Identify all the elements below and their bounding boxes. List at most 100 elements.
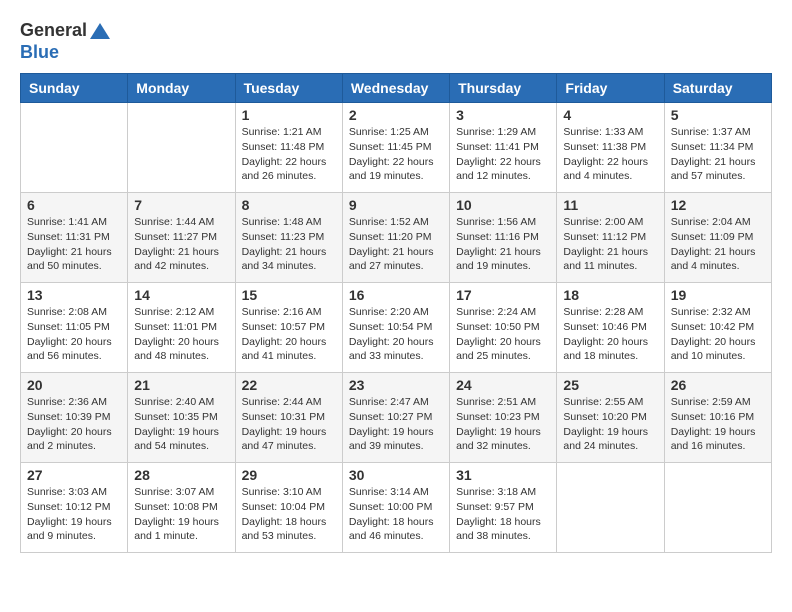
logo: General Blue bbox=[20, 20, 111, 63]
calendar-cell bbox=[664, 463, 771, 553]
day-number: 15 bbox=[242, 287, 336, 303]
day-info: Sunrise: 2:04 AM Sunset: 11:09 PM Daylig… bbox=[671, 215, 765, 274]
day-info: Sunrise: 3:14 AM Sunset: 10:00 PM Daylig… bbox=[349, 485, 443, 544]
day-info: Sunrise: 1:41 AM Sunset: 11:31 PM Daylig… bbox=[27, 215, 121, 274]
weekday-header-monday: Monday bbox=[128, 74, 235, 103]
calendar-cell: 20 Sunrise: 2:36 AM Sunset: 10:39 PM Dayl… bbox=[21, 373, 128, 463]
day-number: 19 bbox=[671, 287, 765, 303]
day-info: Sunrise: 1:25 AM Sunset: 11:45 PM Daylig… bbox=[349, 125, 443, 184]
calendar-cell: 31 Sunrise: 3:18 AM Sunset: 9:57 PM Dayli… bbox=[450, 463, 557, 553]
day-info: Sunrise: 2:28 AM Sunset: 10:46 PM Daylig… bbox=[563, 305, 657, 364]
calendar-cell: 16Sunrise: 2:20 AM Sunset: 10:54 PM Dayl… bbox=[342, 283, 449, 373]
day-number: 28 bbox=[134, 467, 228, 483]
calendar-cell: 10 Sunrise: 1:56 AM Sunset: 11:16 PM Dayl… bbox=[450, 193, 557, 283]
day-info: Sunrise: 3:07 AM Sunset: 10:08 PM Daylig… bbox=[134, 485, 228, 544]
logo-blue: Blue bbox=[20, 42, 111, 64]
weekday-header-tuesday: Tuesday bbox=[235, 74, 342, 103]
calendar-cell: 15Sunrise: 2:16 AM Sunset: 10:57 PM Dayl… bbox=[235, 283, 342, 373]
day-number: 12 bbox=[671, 197, 765, 213]
day-info: Sunrise: 1:21 AM Sunset: 11:48 PM Daylig… bbox=[242, 125, 336, 184]
day-number: 25 bbox=[563, 377, 657, 393]
day-info: Sunrise: 1:48 AM Sunset: 11:23 PM Daylig… bbox=[242, 215, 336, 274]
day-info: Sunrise: 1:37 AM Sunset: 11:34 PM Daylig… bbox=[671, 125, 765, 184]
day-number: 20 bbox=[27, 377, 121, 393]
day-number: 11 bbox=[563, 197, 657, 213]
calendar-week-1: 1 Sunrise: 1:21 AM Sunset: 11:48 PM Dayli… bbox=[21, 103, 772, 193]
day-number: 6 bbox=[27, 197, 121, 213]
day-info: Sunrise: 1:33 AM Sunset: 11:38 PM Daylig… bbox=[563, 125, 657, 184]
calendar-cell: 3Sunrise: 1:29 AM Sunset: 11:41 PM Dayli… bbox=[450, 103, 557, 193]
day-number: 13 bbox=[27, 287, 121, 303]
day-info: Sunrise: 3:03 AM Sunset: 10:12 PM Daylig… bbox=[27, 485, 121, 544]
day-info: Sunrise: 3:18 AM Sunset: 9:57 PM Dayligh… bbox=[456, 485, 550, 544]
calendar-cell: 1 Sunrise: 1:21 AM Sunset: 11:48 PM Dayli… bbox=[235, 103, 342, 193]
day-number: 1 bbox=[242, 107, 336, 123]
calendar-cell: 24 Sunrise: 2:51 AM Sunset: 10:23 PM Dayl… bbox=[450, 373, 557, 463]
calendar-cell: 5Sunrise: 1:37 AM Sunset: 11:34 PM Dayli… bbox=[664, 103, 771, 193]
weekday-header-saturday: Saturday bbox=[664, 74, 771, 103]
day-info: Sunrise: 2:40 AM Sunset: 10:35 PM Daylig… bbox=[134, 395, 228, 454]
calendar-week-2: 6 Sunrise: 1:41 AM Sunset: 11:31 PM Dayli… bbox=[21, 193, 772, 283]
day-number: 10 bbox=[456, 197, 550, 213]
calendar-cell: 30 Sunrise: 3:14 AM Sunset: 10:00 PM Dayl… bbox=[342, 463, 449, 553]
calendar-cell bbox=[557, 463, 664, 553]
calendar-cell: 13 Sunrise: 2:08 AM Sunset: 11:05 PM Dayl… bbox=[21, 283, 128, 373]
calendar-cell: 22Sunrise: 2:44 AM Sunset: 10:31 PM Dayl… bbox=[235, 373, 342, 463]
day-info: Sunrise: 2:20 AM Sunset: 10:54 PM Daylig… bbox=[349, 305, 443, 364]
day-info: Sunrise: 2:47 AM Sunset: 10:27 PM Daylig… bbox=[349, 395, 443, 454]
day-info: Sunrise: 1:56 AM Sunset: 11:16 PM Daylig… bbox=[456, 215, 550, 274]
calendar-cell bbox=[128, 103, 235, 193]
logo-icon bbox=[89, 22, 111, 40]
day-number: 24 bbox=[456, 377, 550, 393]
calendar-cell: 21 Sunrise: 2:40 AM Sunset: 10:35 PM Dayl… bbox=[128, 373, 235, 463]
calendar-cell: 29Sunrise: 3:10 AM Sunset: 10:04 PM Dayl… bbox=[235, 463, 342, 553]
day-number: 17 bbox=[456, 287, 550, 303]
calendar-cell bbox=[21, 103, 128, 193]
day-number: 14 bbox=[134, 287, 228, 303]
weekday-header-friday: Friday bbox=[557, 74, 664, 103]
day-number: 21 bbox=[134, 377, 228, 393]
weekday-header-sunday: Sunday bbox=[21, 74, 128, 103]
calendar-table: SundayMondayTuesdayWednesdayThursdayFrid… bbox=[20, 73, 772, 553]
calendar-cell: 4 Sunrise: 1:33 AM Sunset: 11:38 PM Dayli… bbox=[557, 103, 664, 193]
day-number: 18 bbox=[563, 287, 657, 303]
calendar-cell: 11 Sunrise: 2:00 AM Sunset: 11:12 PM Dayl… bbox=[557, 193, 664, 283]
calendar-cell: 25 Sunrise: 2:55 AM Sunset: 10:20 PM Dayl… bbox=[557, 373, 664, 463]
calendar-cell: 6 Sunrise: 1:41 AM Sunset: 11:31 PM Dayli… bbox=[21, 193, 128, 283]
day-info: Sunrise: 1:52 AM Sunset: 11:20 PM Daylig… bbox=[349, 215, 443, 274]
day-info: Sunrise: 2:44 AM Sunset: 10:31 PM Daylig… bbox=[242, 395, 336, 454]
day-info: Sunrise: 2:32 AM Sunset: 10:42 PM Daylig… bbox=[671, 305, 765, 364]
calendar-cell: 9 Sunrise: 1:52 AM Sunset: 11:20 PM Dayli… bbox=[342, 193, 449, 283]
calendar-cell: 18 Sunrise: 2:28 AM Sunset: 10:46 PM Dayl… bbox=[557, 283, 664, 373]
calendar-cell: 28 Sunrise: 3:07 AM Sunset: 10:08 PM Dayl… bbox=[128, 463, 235, 553]
page-header: General Blue bbox=[20, 20, 772, 63]
weekday-header-wednesday: Wednesday bbox=[342, 74, 449, 103]
day-info: Sunrise: 2:08 AM Sunset: 11:05 PM Daylig… bbox=[27, 305, 121, 364]
day-info: Sunrise: 2:51 AM Sunset: 10:23 PM Daylig… bbox=[456, 395, 550, 454]
day-info: Sunrise: 2:36 AM Sunset: 10:39 PM Daylig… bbox=[27, 395, 121, 454]
day-number: 29 bbox=[242, 467, 336, 483]
day-number: 23 bbox=[349, 377, 443, 393]
day-number: 27 bbox=[27, 467, 121, 483]
day-number: 30 bbox=[349, 467, 443, 483]
calendar-cell: 14 Sunrise: 2:12 AM Sunset: 11:01 PM Dayl… bbox=[128, 283, 235, 373]
day-number: 31 bbox=[456, 467, 550, 483]
day-number: 8 bbox=[242, 197, 336, 213]
logo-text: General Blue bbox=[20, 20, 111, 63]
day-info: Sunrise: 2:12 AM Sunset: 11:01 PM Daylig… bbox=[134, 305, 228, 364]
calendar-cell: 27 Sunrise: 3:03 AM Sunset: 10:12 PM Dayl… bbox=[21, 463, 128, 553]
calendar-cell: 17Sunrise: 2:24 AM Sunset: 10:50 PM Dayl… bbox=[450, 283, 557, 373]
calendar-week-4: 20 Sunrise: 2:36 AM Sunset: 10:39 PM Dayl… bbox=[21, 373, 772, 463]
calendar-cell: 26Sunrise: 2:59 AM Sunset: 10:16 PM Dayl… bbox=[664, 373, 771, 463]
calendar-week-3: 13 Sunrise: 2:08 AM Sunset: 11:05 PM Dayl… bbox=[21, 283, 772, 373]
day-info: Sunrise: 2:00 AM Sunset: 11:12 PM Daylig… bbox=[563, 215, 657, 274]
day-number: 4 bbox=[563, 107, 657, 123]
logo-general: General bbox=[20, 20, 87, 42]
day-number: 9 bbox=[349, 197, 443, 213]
calendar-cell: 19 Sunrise: 2:32 AM Sunset: 10:42 PM Dayl… bbox=[664, 283, 771, 373]
calendar-cell: 2Sunrise: 1:25 AM Sunset: 11:45 PM Dayli… bbox=[342, 103, 449, 193]
day-number: 26 bbox=[671, 377, 765, 393]
weekday-header-thursday: Thursday bbox=[450, 74, 557, 103]
calendar-week-5: 27 Sunrise: 3:03 AM Sunset: 10:12 PM Dayl… bbox=[21, 463, 772, 553]
day-info: Sunrise: 2:55 AM Sunset: 10:20 PM Daylig… bbox=[563, 395, 657, 454]
